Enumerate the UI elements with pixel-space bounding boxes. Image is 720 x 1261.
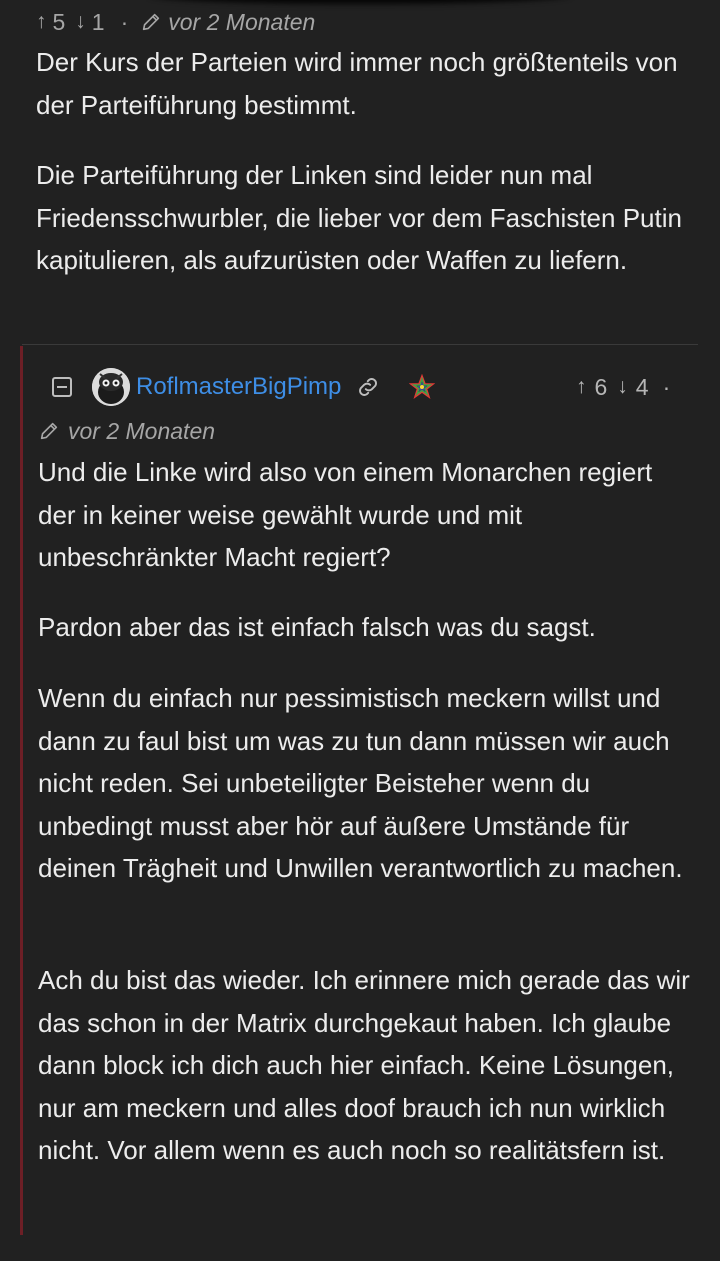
username-link[interactable]: RoflmasterBigPimp [136, 373, 341, 401]
parent-timestamp: vor 2 Monaten [168, 8, 316, 35]
pencil-icon [40, 422, 58, 440]
reply-paragraph-3: Wenn du einfach nur pessimistisch mecker… [38, 683, 683, 883]
collapse-icon[interactable] [52, 377, 72, 397]
top-edge-shadow [150, 0, 570, 4]
reply-paragraph-2: Pardon aber das ist einfach falsch was d… [38, 612, 596, 642]
avatar[interactable] [92, 368, 130, 406]
thread-indent-bar[interactable] [20, 346, 23, 1235]
upvote-arrow-icon[interactable]: ↑ [36, 10, 47, 34]
reply-meta: vor 2 Monaten [38, 416, 215, 446]
comment-divider [22, 344, 698, 345]
parent-comment-meta: ↑ 5 ↓ 1 · vor 2 Monaten [36, 8, 315, 36]
link-icon[interactable] [355, 374, 381, 400]
meta-separator: · [662, 373, 671, 400]
downvote-arrow-icon[interactable]: ↓ [75, 10, 86, 34]
meta-separator: · [120, 8, 129, 35]
reply-votes: ↑ 6 ↓ 4 · [576, 366, 670, 408]
reply-upvote-count: 6 [594, 373, 608, 400]
downvote-arrow-icon[interactable]: ↓ [617, 375, 628, 399]
upvote-arrow-icon[interactable]: ↑ [576, 375, 587, 399]
reply-paragraph-4: Ach du bist das wieder. Ich erinnere mic… [38, 965, 690, 1165]
parent-paragraph-2: Die Parteiführung der Linken sind leider… [36, 160, 682, 275]
rainbow-star-badge-icon [409, 374, 436, 400]
parent-downvote-count: 1 [91, 8, 105, 35]
parent-upvote-count: 5 [52, 8, 66, 35]
reply-timestamp: vor 2 Monaten [68, 417, 216, 444]
reply-paragraph-1: Und die Linke wird also von einem Monarc… [38, 457, 653, 572]
reply-downvote-count: 4 [635, 373, 649, 400]
avatar-image [92, 368, 130, 406]
pencil-icon [143, 13, 160, 31]
parent-paragraph-1: Der Kurs der Parteien wird immer noch gr… [36, 47, 678, 120]
